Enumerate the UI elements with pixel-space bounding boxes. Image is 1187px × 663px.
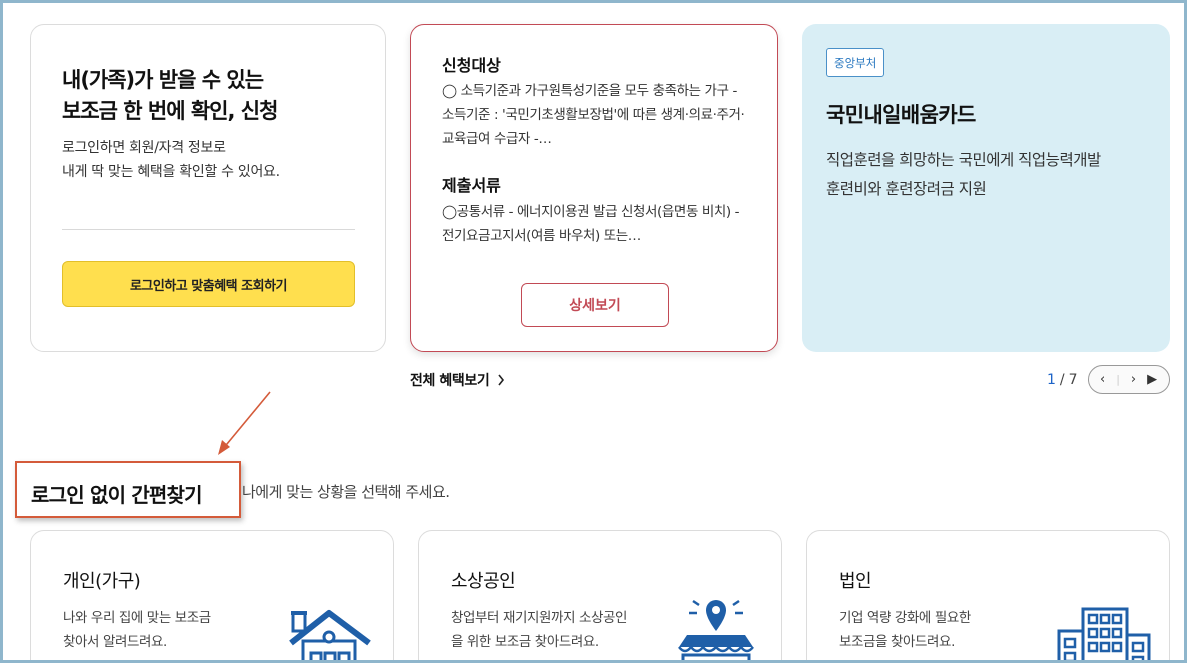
benefit-detail-card[interactable]: 신청대상 ◯ 소득기준과 가구원특성기준을 모두 충족하는 가구 - 소득기준 … [410, 24, 778, 352]
pager-divider: | [1116, 373, 1120, 386]
edu-card-description: 직업훈련을 희망하는 국민에게 직업능력개발 훈련비와 훈련장려금 지원 [826, 151, 1101, 198]
category-card-individual[interactable]: 개인(가구) 나와 우리 집에 맞는 보조금 찾아서 알려드려요. [30, 530, 394, 663]
pager-controls: ‹ | › ▶ [1087, 365, 1170, 394]
documents-text: ◯공통서류 - 에너지이용권 발급 신청서(읍면동 비치) - 전기요금고지서(… [442, 204, 740, 244]
target-text: ◯ 소득기준과 가구원특성기준을 모두 충족하는 가구 - 소득기준 : '국민… [442, 83, 745, 147]
chevron-right-icon [498, 374, 505, 386]
view-all-label: 전체 혜택보기 [410, 373, 490, 389]
store-location-icon [678, 599, 754, 663]
view-all-benefits-link[interactable]: 전체 혜택보기 [410, 370, 505, 390]
category-title: 개인(가구) [63, 571, 141, 592]
next-button[interactable]: › [1131, 372, 1136, 387]
login-benefit-button[interactable]: 로그인하고 맞춤혜택 조회하기 [62, 261, 355, 307]
documents-title: 제출서류 [442, 176, 501, 195]
play-button[interactable]: ▶ [1147, 372, 1157, 387]
category-title: 소상공인 [451, 571, 516, 592]
edu-card[interactable]: 중앙부처 국민내일배움카드 직업훈련을 희망하는 국민에게 직업능력개발 훈련비… [802, 24, 1170, 352]
category-description: 기업 역량 강화에 필요한 보조금을 찾아드려요. [839, 610, 971, 650]
category-description: 창업부터 재기지원까지 소상공인 을 위한 보조금 찾아드려요. [451, 610, 628, 650]
detail-view-button[interactable]: 상세보기 [521, 283, 669, 327]
login-benefit-card: 내(가족)가 받을 수 있는 보조금 한 번에 확인, 신청 로그인하면 회원/… [30, 24, 386, 352]
login-card-description: 로그인하면 회원/자격 정보로 내게 딱 맞는 혜택을 확인할 수 있어요. [62, 140, 280, 180]
quick-find-guide: 나에게 맞는 상황을 선택해 주세요. [242, 483, 450, 501]
divider [62, 229, 355, 230]
building-icon [1057, 607, 1151, 663]
pager-current: 1 [1047, 371, 1056, 388]
pager-total: 7 [1068, 371, 1078, 388]
ministry-tag: 중앙부처 [826, 48, 885, 77]
house-icon [289, 610, 371, 663]
quick-find-title: 로그인 없이 간편찾기 [31, 483, 203, 507]
quick-find-highlight: 로그인 없이 간편찾기 [15, 461, 241, 518]
category-card-corporation[interactable]: 법인 기업 역량 강화에 필요한 보조금을 찾아드려요. [806, 530, 1170, 663]
pager-separator: / [1059, 371, 1065, 388]
category-card-small-business[interactable]: 소상공인 창업부터 재기지원까지 소상공인 을 위한 보조금 찾아드려요. [418, 530, 782, 663]
category-description: 나와 우리 집에 맞는 보조금 찾아서 알려드려요. [63, 610, 211, 650]
carousel-pager: 1 / 7 ‹ | › ▶ [1047, 365, 1170, 394]
prev-button[interactable]: ‹ [1100, 372, 1105, 387]
category-title: 법인 [839, 571, 872, 592]
login-card-title: 내(가족)가 받을 수 있는 보조금 한 번에 확인, 신청 [62, 68, 278, 123]
annotation-arrow-icon [218, 391, 271, 455]
target-title: 신청대상 [442, 56, 501, 75]
edu-card-title: 국민내일배움카드 [826, 103, 976, 127]
